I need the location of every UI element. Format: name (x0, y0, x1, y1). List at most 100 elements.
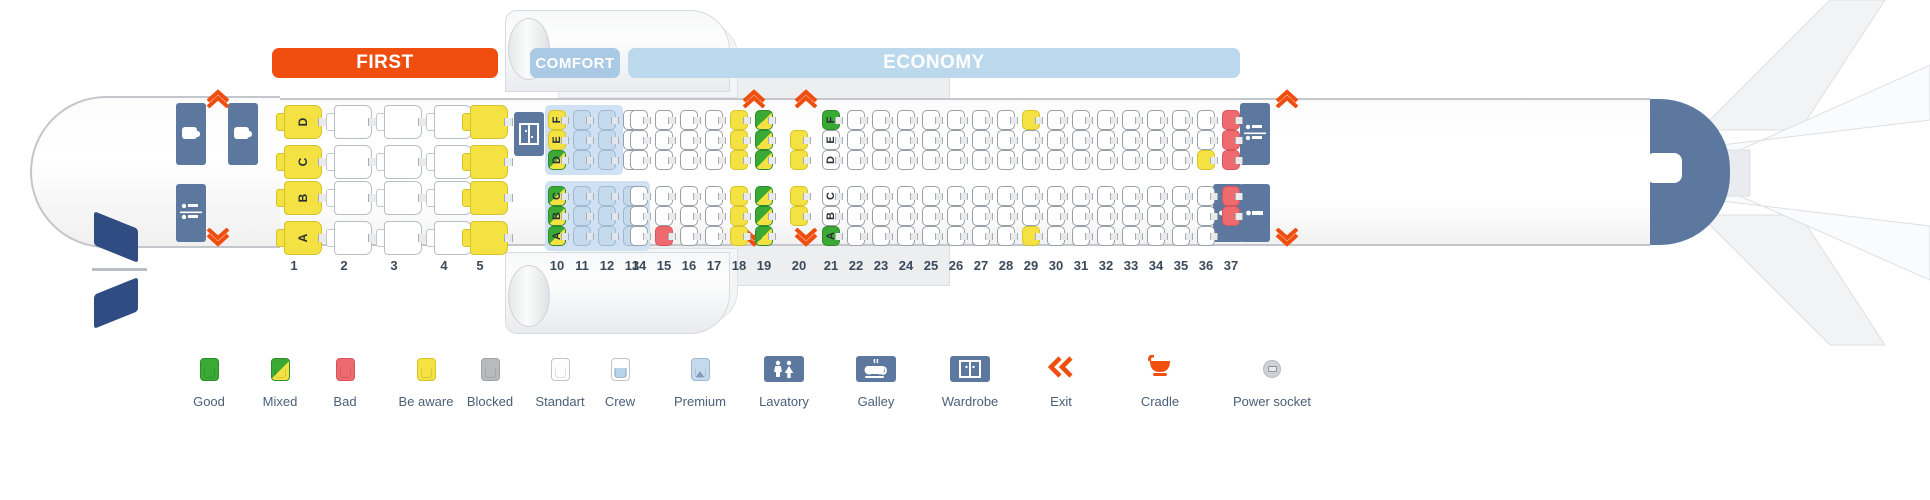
first-seat-3C[interactable] (376, 145, 427, 179)
first-seat-5D[interactable] (462, 105, 513, 139)
seat-32E[interactable] (1097, 130, 1118, 150)
seat-33C[interactable] (1122, 186, 1143, 206)
seat-31D[interactable] (1072, 150, 1093, 170)
seat-12F[interactable] (598, 110, 619, 130)
seat-19C[interactable] (755, 186, 776, 206)
seat-19F[interactable] (755, 110, 776, 130)
seat-15C[interactable] (655, 186, 676, 206)
seat-26B[interactable] (947, 206, 968, 226)
seat-24A[interactable] (897, 226, 918, 246)
seat-15E[interactable] (655, 130, 676, 150)
seat-17F[interactable] (705, 110, 726, 130)
seat-17A[interactable] (705, 226, 726, 246)
seat-29B[interactable] (1022, 206, 1043, 226)
first-seat-1A[interactable]: A (276, 221, 327, 255)
seat-14D[interactable] (630, 150, 651, 170)
seat-21D[interactable]: D (822, 150, 843, 170)
seat-21C[interactable]: C (822, 186, 843, 206)
seat-24F[interactable] (897, 110, 918, 130)
seat-37D[interactable] (1222, 150, 1243, 170)
seat-22A[interactable] (847, 226, 868, 246)
seat-23C[interactable] (872, 186, 893, 206)
seat-16C[interactable] (680, 186, 701, 206)
seat-28A[interactable] (997, 226, 1018, 246)
seat-32B[interactable] (1097, 206, 1118, 226)
seat-26D[interactable] (947, 150, 968, 170)
seat-33D[interactable] (1122, 150, 1143, 170)
seat-24C[interactable] (897, 186, 918, 206)
seat-18F[interactable] (730, 110, 751, 130)
first-seat-2B[interactable] (326, 181, 377, 215)
first-seat-5A[interactable] (462, 221, 513, 255)
seat-18A[interactable] (730, 226, 751, 246)
seat-24E[interactable] (897, 130, 918, 150)
seat-26C[interactable] (947, 186, 968, 206)
first-seat-2C[interactable] (326, 145, 377, 179)
seat-15B[interactable] (655, 206, 676, 226)
seat-21A[interactable]: A (822, 226, 843, 246)
seat-23A[interactable] (872, 226, 893, 246)
seat-10F[interactable]: F (548, 110, 569, 130)
seat-37F[interactable] (1222, 110, 1243, 130)
seat-27D[interactable] (972, 150, 993, 170)
seat-14C[interactable] (630, 186, 651, 206)
seat-16B[interactable] (680, 206, 701, 226)
seat-10A[interactable]: A (548, 226, 569, 246)
seat-20C[interactable] (790, 186, 811, 206)
seat-19E[interactable] (755, 130, 776, 150)
seat-26E[interactable] (947, 130, 968, 150)
seat-11E[interactable] (573, 130, 594, 150)
seat-25E[interactable] (922, 130, 943, 150)
seat-36B[interactable] (1197, 206, 1218, 226)
seat-29C[interactable] (1022, 186, 1043, 206)
seat-17B[interactable] (705, 206, 726, 226)
seat-26A[interactable] (947, 226, 968, 246)
seat-32A[interactable] (1097, 226, 1118, 246)
seat-32F[interactable] (1097, 110, 1118, 130)
seat-28B[interactable] (997, 206, 1018, 226)
seat-20D[interactable] (790, 150, 811, 170)
seat-12B[interactable] (598, 206, 619, 226)
seat-12E[interactable] (598, 130, 619, 150)
seat-30C[interactable] (1047, 186, 1068, 206)
seat-27A[interactable] (972, 226, 993, 246)
seat-27E[interactable] (972, 130, 993, 150)
seat-28C[interactable] (997, 186, 1018, 206)
seat-23D[interactable] (872, 150, 893, 170)
seat-34A[interactable] (1147, 226, 1168, 246)
seat-20E[interactable] (790, 130, 811, 150)
first-seat-5C[interactable] (462, 145, 513, 179)
seat-30D[interactable] (1047, 150, 1068, 170)
seat-37C[interactable] (1222, 186, 1243, 206)
seat-22E[interactable] (847, 130, 868, 150)
seat-16E[interactable] (680, 130, 701, 150)
seat-11F[interactable] (573, 110, 594, 130)
seat-14F[interactable] (630, 110, 651, 130)
seat-25D[interactable] (922, 150, 943, 170)
seat-34D[interactable] (1147, 150, 1168, 170)
seat-25B[interactable] (922, 206, 943, 226)
seat-17D[interactable] (705, 150, 726, 170)
seat-10B[interactable]: B (548, 206, 569, 226)
seat-24B[interactable] (897, 206, 918, 226)
seat-15F[interactable] (655, 110, 676, 130)
seat-10E[interactable]: E (548, 130, 569, 150)
seat-33A[interactable] (1122, 226, 1143, 246)
seat-18E[interactable] (730, 130, 751, 150)
seat-27B[interactable] (972, 206, 993, 226)
seat-34F[interactable] (1147, 110, 1168, 130)
seat-31E[interactable] (1072, 130, 1093, 150)
first-seat-1C[interactable]: C (276, 145, 327, 179)
seat-17E[interactable] (705, 130, 726, 150)
seat-35F[interactable] (1172, 110, 1193, 130)
seat-28F[interactable] (997, 110, 1018, 130)
seat-36D[interactable] (1197, 150, 1218, 170)
seat-30F[interactable] (1047, 110, 1068, 130)
seat-29D[interactable] (1022, 150, 1043, 170)
seat-28D[interactable] (997, 150, 1018, 170)
seat-34B[interactable] (1147, 206, 1168, 226)
seat-11C[interactable] (573, 186, 594, 206)
seat-21B[interactable]: B (822, 206, 843, 226)
seat-36E[interactable] (1197, 130, 1218, 150)
seat-33E[interactable] (1122, 130, 1143, 150)
